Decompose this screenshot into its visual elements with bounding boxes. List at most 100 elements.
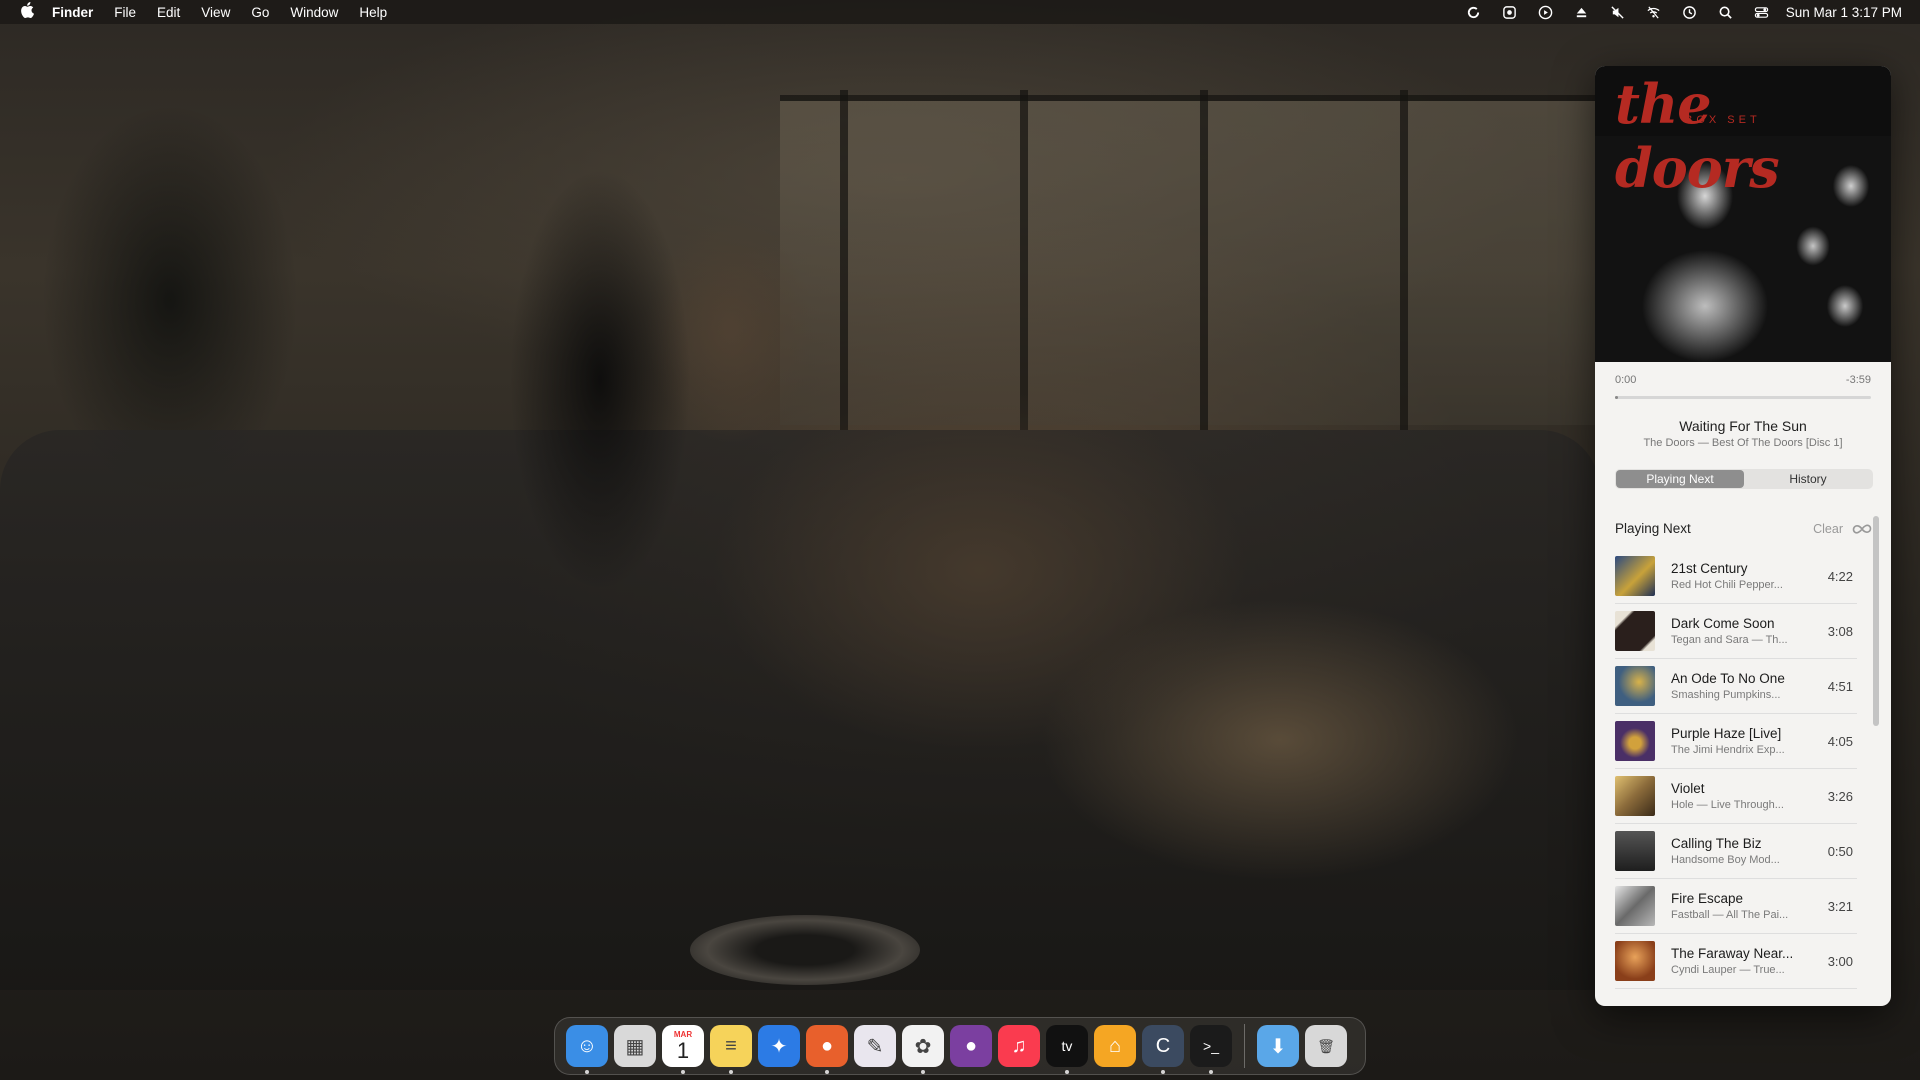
queue-row-title: Fire Escape	[1671, 891, 1744, 906]
album-artwork-subtitle: BOX SET	[1685, 114, 1761, 126]
terminal-icon[interactable]: >_	[1190, 1025, 1232, 1074]
menu-help[interactable]: Help	[359, 5, 387, 20]
dock: ☺ ▦ MAR 1 ≡ ✦ ● ✎ ✿ ● ♫ tv ⌂ C >_ ⬇ 🗑	[554, 1017, 1366, 1075]
menu-edit[interactable]: Edit	[157, 5, 180, 20]
queue-row-duration: 4:51	[1827, 678, 1853, 694]
search-icon[interactable]	[1708, 0, 1744, 24]
notes-icon[interactable]: ≡	[710, 1025, 752, 1074]
firefox-nightly-icon[interactable]: ●	[950, 1025, 992, 1067]
apple-tv-icon[interactable]: tv	[1046, 1025, 1088, 1074]
elapsed-time: 0:00	[1615, 374, 1637, 386]
running-indicator	[921, 1070, 925, 1074]
queue-row-title: Calling The Biz	[1671, 836, 1762, 851]
running-indicator	[585, 1070, 589, 1074]
music-mini-player: the doors BOX SET 0:00 -3:59 Waiting For…	[1595, 66, 1891, 1006]
queue-row-subtitle: Red Hot Chili Pepper...	[1671, 579, 1783, 591]
queue-row-artwork	[1615, 776, 1655, 816]
menu-bar: Finder File Edit View Go Window Help Sun…	[0, 0, 1920, 24]
apple-icon[interactable]	[20, 1, 34, 23]
queue-row-duration: 3:08	[1827, 623, 1853, 639]
menu-view[interactable]: View	[201, 5, 230, 20]
notes-glyph: ≡	[725, 1034, 737, 1057]
queue-row-title: The Faraway Near...	[1671, 946, 1794, 961]
firefox-nightly-glyph: ●	[964, 1034, 978, 1057]
control-center-icon[interactable]	[1744, 0, 1780, 24]
tab-history[interactable]: History	[1744, 470, 1872, 488]
queue-row-subtitle: Smashing Pumpkins...	[1671, 689, 1781, 701]
menu-go[interactable]: Go	[251, 5, 269, 20]
queue-row[interactable]: Violet Hole — Live Through... 3:26	[1615, 769, 1857, 824]
firefox-icon[interactable]: ●	[806, 1025, 848, 1074]
queue-row-subtitle: Hole — Live Through...	[1671, 799, 1784, 811]
queue-row[interactable]: 21st Century Red Hot Chili Pepper... 4:22	[1615, 549, 1857, 604]
running-indicator	[1209, 1070, 1213, 1074]
queue-row-subtitle: Tegan and Sara — Th...	[1671, 634, 1788, 646]
calendar-icon[interactable]: MAR 1	[662, 1025, 704, 1074]
queue-row-artwork	[1615, 556, 1655, 596]
play-circle-icon[interactable]	[1528, 0, 1564, 24]
wallpaper-hair	[480, 100, 720, 660]
queue-row-duration: 4:22	[1827, 568, 1853, 584]
music-glyph: ♫	[1011, 1034, 1027, 1057]
wifi-off-icon[interactable]	[1636, 0, 1672, 24]
running-indicator	[1065, 1070, 1069, 1074]
queue-row-artwork	[1615, 831, 1655, 871]
time-readout: 0:00 -3:59	[1595, 362, 1891, 386]
eject-icon[interactable]	[1564, 0, 1600, 24]
queue-scrollbar[interactable]	[1873, 516, 1879, 726]
album-artwork-title: the doors	[1615, 72, 1780, 200]
screenshot-icon[interactable]	[1492, 0, 1528, 24]
safari-icon[interactable]: ✦	[758, 1025, 800, 1067]
queue-tabs: Playing Next History	[1615, 469, 1873, 489]
running-indicator	[825, 1070, 829, 1074]
dock-separator	[1244, 1024, 1245, 1068]
queue-row-title: Dark Come Soon	[1671, 616, 1775, 631]
tab-playing-next[interactable]: Playing Next	[1616, 470, 1744, 488]
wallpaper-ashtray	[690, 915, 920, 985]
queue-row[interactable]: The Faraway Near... Cyndi Lauper — True..…	[1615, 934, 1857, 989]
queue-row[interactable]: Fire Escape Fastball — All The Pai... 3:2…	[1615, 879, 1857, 934]
calendar-day-label: 1	[676, 1037, 690, 1063]
queue-row[interactable]: Purple Haze [Live] The Jimi Hendrix Exp..…	[1615, 714, 1857, 769]
clear-queue-button[interactable]: Clear	[1813, 522, 1843, 536]
launchpad-glyph: ▦	[625, 1035, 645, 1058]
queue-row[interactable]: An Ode To No One Smashing Pumpkins... 4:5…	[1615, 659, 1857, 714]
finder-icon[interactable]: ☺	[566, 1025, 608, 1074]
progress-bar[interactable]	[1615, 396, 1871, 399]
home-icon[interactable]: ⌂	[1094, 1025, 1136, 1067]
menu-window[interactable]: Window	[290, 5, 338, 20]
now-playing-title: Waiting For The Sun	[1679, 418, 1807, 434]
queue-row-artwork	[1615, 666, 1655, 706]
downloads-folder-icon[interactable]: ⬇	[1257, 1025, 1299, 1067]
now-playing-subtitle: The Doors — Best Of The Doors [Disc 1]	[1643, 437, 1843, 449]
infinity-icon[interactable]	[1851, 522, 1873, 536]
downloads-folder-glyph: ⬇	[1269, 1035, 1287, 1058]
menu-bar-clock[interactable]: Sun Mar 1 3:17 PM	[1786, 5, 1902, 20]
photos-icon[interactable]: ✿	[902, 1025, 944, 1074]
queue-row-duration: 0:50	[1827, 843, 1853, 859]
queue-row[interactable]: Calling The Biz Handsome Boy Mod... 0:50	[1615, 824, 1857, 879]
queue-row-subtitle: Handsome Boy Mod...	[1671, 854, 1780, 866]
pixelmator-glyph: ✎	[866, 1035, 884, 1058]
chrome-canary-icon[interactable]: C	[1142, 1025, 1184, 1074]
running-indicator	[1161, 1070, 1165, 1074]
trash-glyph: 🗑	[1317, 1037, 1335, 1054]
queue-row-subtitle: Fastball — All The Pai...	[1671, 909, 1789, 921]
queue-row-artwork	[1615, 886, 1655, 926]
music-icon[interactable]: ♫	[998, 1025, 1040, 1067]
mute-icon[interactable]	[1600, 0, 1636, 24]
chrome-canary-glyph: C	[1155, 1034, 1171, 1057]
sync-icon[interactable]	[1456, 0, 1492, 24]
firefox-glyph: ●	[820, 1034, 834, 1057]
pixelmator-icon[interactable]: ✎	[854, 1025, 896, 1067]
menu-file[interactable]: File	[114, 5, 136, 20]
launchpad-icon[interactable]: ▦	[614, 1025, 656, 1067]
time-machine-icon[interactable]	[1672, 0, 1708, 24]
queue-row-title: 21st Century	[1671, 561, 1748, 576]
queue-row[interactable]: Dark Come Soon Tegan and Sara — Th... 3:0…	[1615, 604, 1857, 659]
album-artwork[interactable]: the doors BOX SET	[1595, 66, 1891, 362]
queue-heading: Playing Next	[1615, 521, 1691, 536]
home-glyph: ⌂	[1108, 1034, 1122, 1057]
trash-icon[interactable]: 🗑	[1305, 1025, 1347, 1067]
menu-app-name[interactable]: Finder	[52, 5, 93, 20]
